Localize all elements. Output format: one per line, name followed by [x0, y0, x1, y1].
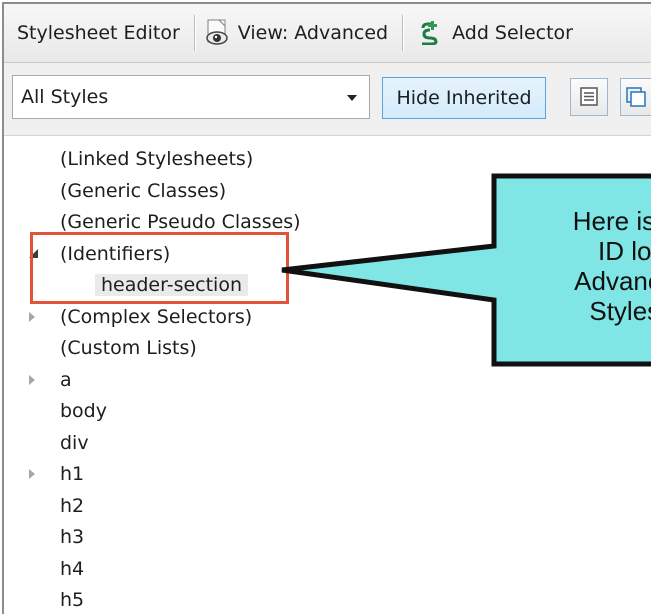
list-view-icon — [580, 87, 598, 106]
tree-item[interactable]: div — [60, 428, 89, 458]
tree-item[interactable]: h1 — [29, 459, 85, 489]
editor-title-text: Stylesheet Editor — [17, 22, 180, 44]
tree-item[interactable]: (Complex Selectors) — [29, 302, 253, 332]
styles-filter-dropdown[interactable]: All Styles — [12, 75, 370, 119]
collapsed-triangle-icon[interactable] — [29, 302, 41, 332]
hide-inherited-label: Hide Inherited — [396, 87, 532, 109]
tree-item[interactable]: h2 — [60, 491, 84, 521]
highlight-box — [30, 232, 289, 304]
editor-title: Stylesheet Editor — [4, 4, 194, 62]
tree-item[interactable]: body — [60, 396, 107, 426]
tree-item[interactable]: a — [29, 365, 72, 395]
callout-line: Here is ho — [572, 206, 651, 236]
chevron-down-icon — [347, 95, 357, 101]
tree-item-label: (Generic Classes) — [60, 179, 227, 202]
callout-line: Stylesh — [589, 296, 651, 326]
preview-button[interactable] — [620, 78, 651, 116]
callout-line: ID loo — [598, 236, 651, 266]
toolbar: Stylesheet Editor View: Advanced Add Sel… — [4, 4, 651, 63]
tree-item[interactable]: (Linked Stylesheets) — [60, 144, 253, 174]
tree-item-label: (Linked Stylesheets) — [60, 148, 254, 170]
tree-item-label: h3 — [60, 526, 85, 548]
tree-item-label: h2 — [60, 494, 85, 517]
collapsed-triangle-icon[interactable] — [29, 459, 41, 489]
tree-item-label: body — [60, 400, 107, 422]
styles-filter-value: All Styles — [21, 86, 109, 108]
tree-item[interactable]: h4 — [60, 554, 84, 584]
tree-item-label: h5 — [60, 589, 85, 611]
view-advanced-button[interactable]: View: Advanced — [196, 4, 402, 62]
callout-text: Here is ho ID loo Advanced Stylesh — [502, 206, 651, 326]
tree-item-label: h4 — [60, 557, 85, 580]
tree-item-label: h1 — [60, 463, 85, 485]
preview-icon — [626, 87, 646, 107]
tree-item[interactable]: h3 — [60, 522, 84, 552]
triangle-shape — [29, 311, 35, 322]
stylesheet-editor-window: Stylesheet Editor View: Advanced Add Sel… — [2, 2, 651, 614]
tree-item[interactable]: h5 — [60, 585, 84, 615]
triangle-shape — [29, 374, 35, 385]
properties-view-button[interactable] — [570, 78, 608, 116]
callout-bubble: Here is ho ID loo Advanced Stylesh — [274, 172, 651, 368]
add-selector-button[interactable]: Add Selector — [404, 4, 573, 62]
tree-item-label: (Custom Lists) — [60, 337, 197, 359]
callout-line: Advanced — [574, 266, 651, 296]
tree-item[interactable]: (Custom Lists) — [60, 333, 197, 363]
tree-item-label: (Complex Selectors) — [60, 305, 253, 328]
add-selector-label: Add Selector — [452, 22, 573, 44]
tree-item[interactable]: (Generic Classes) — [60, 176, 226, 206]
add-selector-icon — [421, 21, 438, 45]
tree-item-label: (Generic Pseudo Classes) — [60, 211, 301, 233]
collapsed-triangle-icon[interactable] — [29, 365, 41, 395]
tree-item-label: div — [60, 431, 89, 454]
triangle-shape — [29, 469, 35, 479]
eye-icon — [206, 19, 228, 45]
view-advanced-label: View: Advanced — [237, 22, 389, 44]
hide-inherited-button[interactable]: Hide Inherited — [382, 77, 546, 119]
tree-item-label: a — [60, 368, 72, 391]
filter-bar: All Styles Hide Inherited — [4, 63, 651, 136]
